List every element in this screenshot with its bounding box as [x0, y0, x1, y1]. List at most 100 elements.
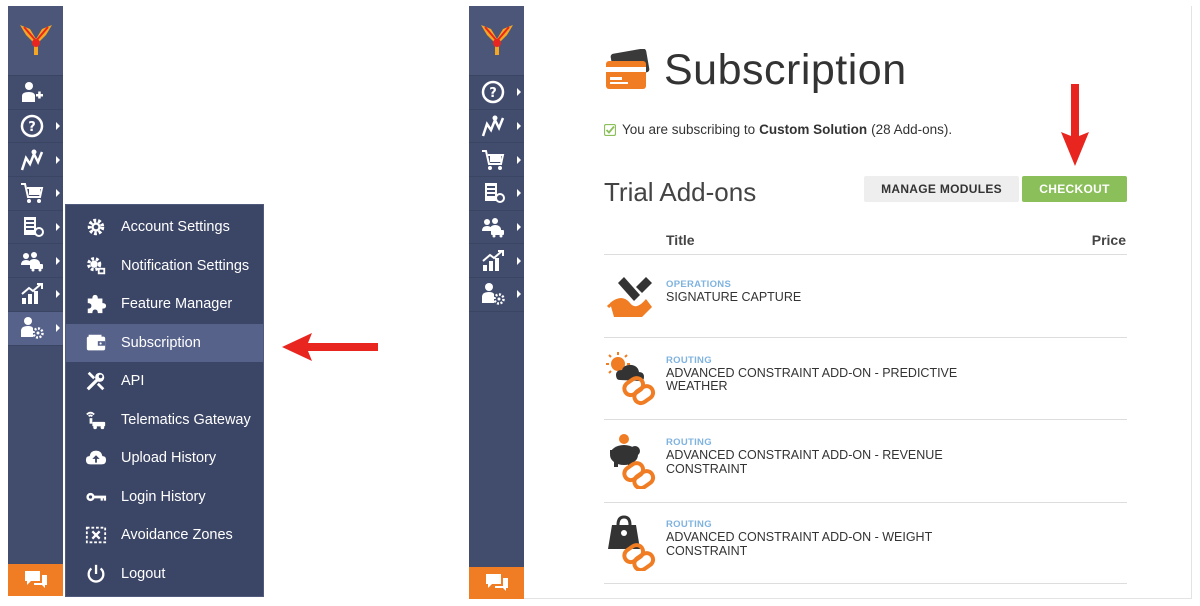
addon-text: ROUTING ADVANCED CONSTRAINT ADD-ON - PRE… [666, 355, 966, 394]
manage-modules-button[interactable]: MANAGE MODULES [864, 176, 1019, 202]
menu-item-label: Notification Settings [121, 257, 250, 274]
addon-category: OPERATIONS [666, 279, 732, 290]
menu-item-label: Account Settings [121, 219, 230, 236]
page-header: Subscription [604, 46, 907, 95]
addon-text: OPERATIONS SIGNATURE CAPTURE [666, 279, 801, 305]
sidebar-item-settings[interactable] [469, 278, 524, 312]
sidebar-item-help[interactable]: ? [469, 76, 524, 110]
revenue-link-icon [604, 431, 660, 491]
chat-icon [24, 571, 47, 588]
sidebar-item-orders[interactable] [469, 143, 524, 178]
address-book-icon [23, 217, 44, 238]
chart-icon [20, 283, 43, 305]
caret-right-icon [56, 256, 60, 265]
sidebar-item-analytics[interactable] [469, 244, 524, 279]
credit-card-icon [606, 48, 650, 89]
caret-right-icon [517, 256, 521, 265]
addon-row[interactable]: ROUTING ADVANCED CONSTRAINT ADD-ON - REV… [604, 419, 1127, 502]
right-sidebar: ? [469, 6, 524, 599]
subscription-panel: Subscription You are subscribing to Cust… [524, 6, 1192, 599]
wallet-icon [84, 331, 108, 355]
menu-item-label: Feature Manager [121, 296, 233, 313]
sidebar-item-tracking[interactable] [469, 177, 524, 211]
sidebar-item-analytics[interactable] [8, 278, 63, 312]
menu-item-logout[interactable]: Logout [66, 555, 263, 594]
menu-item-label: Telematics Gateway [121, 411, 251, 428]
power-icon [84, 562, 108, 586]
menu-item-telematics-gateway[interactable]: Telematics Gateway [66, 401, 263, 440]
sidebar-item-team[interactable] [469, 211, 524, 245]
cart-icon [481, 149, 504, 170]
caret-right-icon [517, 189, 521, 198]
menu-item-label: Upload History [121, 450, 217, 467]
address-book-icon [484, 183, 505, 204]
notification-gear-icon [84, 254, 108, 278]
menu-item-subscription[interactable]: Subscription [66, 323, 263, 362]
menu-item-upload-history[interactable]: Upload History [66, 439, 263, 478]
menu-item-feature-manager[interactable]: Feature Manager [66, 285, 263, 324]
team-icon [481, 218, 504, 238]
menu-item-label: Avoidance Zones [121, 527, 233, 544]
screenshot-canvas: ? Account Settings Notification Settings… [0, 0, 1200, 606]
user-plus-icon [21, 82, 43, 103]
menu-item-label: Logout [121, 565, 166, 582]
addon-name: SIGNATURE CAPTURE [666, 290, 802, 304]
caret-right-icon [56, 122, 60, 131]
route4me-logo-icon [480, 24, 513, 55]
sidebar-item-routes[interactable] [8, 143, 63, 178]
menu-item-label: API [121, 373, 145, 390]
weather-link-icon [604, 348, 660, 408]
chat-button[interactable] [8, 564, 63, 596]
addon-text: ROUTING ADVANCED CONSTRAINT ADD-ON - REV… [666, 437, 966, 476]
caret-right-icon [517, 88, 521, 97]
menu-item-avoidance-zones[interactable]: Avoidance Zones [66, 516, 263, 555]
svg-text:?: ? [489, 86, 497, 101]
user-gear-icon [20, 317, 44, 339]
logo[interactable] [469, 6, 524, 76]
addon-row[interactable]: OPERATIONS SIGNATURE CAPTURE [604, 254, 1127, 337]
addon-category: ROUTING [666, 519, 712, 531]
red-arrow-left-icon [282, 333, 378, 361]
sidebar-item-orders[interactable] [8, 177, 63, 211]
status-prefix: You are subscribing to [622, 122, 756, 137]
sidebar-item-settings[interactable] [8, 311, 63, 346]
menu-item-label: Login History [121, 488, 206, 505]
sidebar-item-team[interactable] [8, 244, 63, 279]
addon-text: ROUTING ADVANCED CONSTRAINT ADD-ON - WEI… [666, 519, 966, 558]
addon-category: ROUTING [666, 354, 712, 366]
checkout-button[interactable]: CHECKOUT [1022, 176, 1127, 202]
section-title: Trial Add-ons [604, 177, 757, 207]
menu-item-label: Subscription [121, 334, 201, 351]
routes-icon [20, 149, 43, 171]
menu-item-notification-settings[interactable]: Notification Settings [66, 247, 263, 286]
caret-right-icon [517, 155, 521, 164]
column-header-price: Price [1091, 232, 1126, 248]
column-header-title: Title [666, 232, 695, 248]
menu-item-login-history[interactable]: Login History [66, 478, 263, 517]
sidebar-item-help[interactable]: ? [8, 110, 63, 144]
caret-right-icon [517, 223, 521, 232]
help-icon: ? [481, 81, 504, 104]
caret-right-icon [517, 122, 521, 131]
addon-row[interactable]: ROUTING ADVANCED CONSTRAINT ADD-ON - PRE… [604, 336, 1127, 420]
caret-right-icon [56, 290, 60, 299]
help-icon: ? [20, 114, 43, 138]
chat-button[interactable] [469, 567, 524, 599]
sidebar-item-tracking[interactable] [8, 211, 63, 245]
team-icon [20, 251, 43, 272]
menu-item-account-settings[interactable]: Account Settings [66, 208, 263, 247]
menu-item-api[interactable]: API [66, 362, 263, 401]
plan-name: Custom Solution [759, 122, 868, 137]
route4me-logo-icon [19, 24, 52, 55]
sidebar-item-routes[interactable] [469, 110, 524, 144]
tools-icon [84, 369, 108, 393]
red-arrow-down-icon [1061, 84, 1089, 166]
logo[interactable] [8, 6, 63, 76]
caret-right-icon [56, 223, 60, 232]
addon-row[interactable]: ROUTING ADVANCED CONSTRAINT ADD-ON - WEI… [604, 501, 1127, 584]
weight-link-icon [604, 513, 660, 573]
sidebar-item-add-driver[interactable] [8, 76, 63, 110]
addon-name: ADVANCED CONSTRAINT ADD-ON - WEIGHT CONS… [666, 530, 932, 558]
addon-name: ADVANCED CONSTRAINT ADD-ON - REVENUE CON… [666, 448, 943, 476]
chart-icon [481, 249, 504, 271]
